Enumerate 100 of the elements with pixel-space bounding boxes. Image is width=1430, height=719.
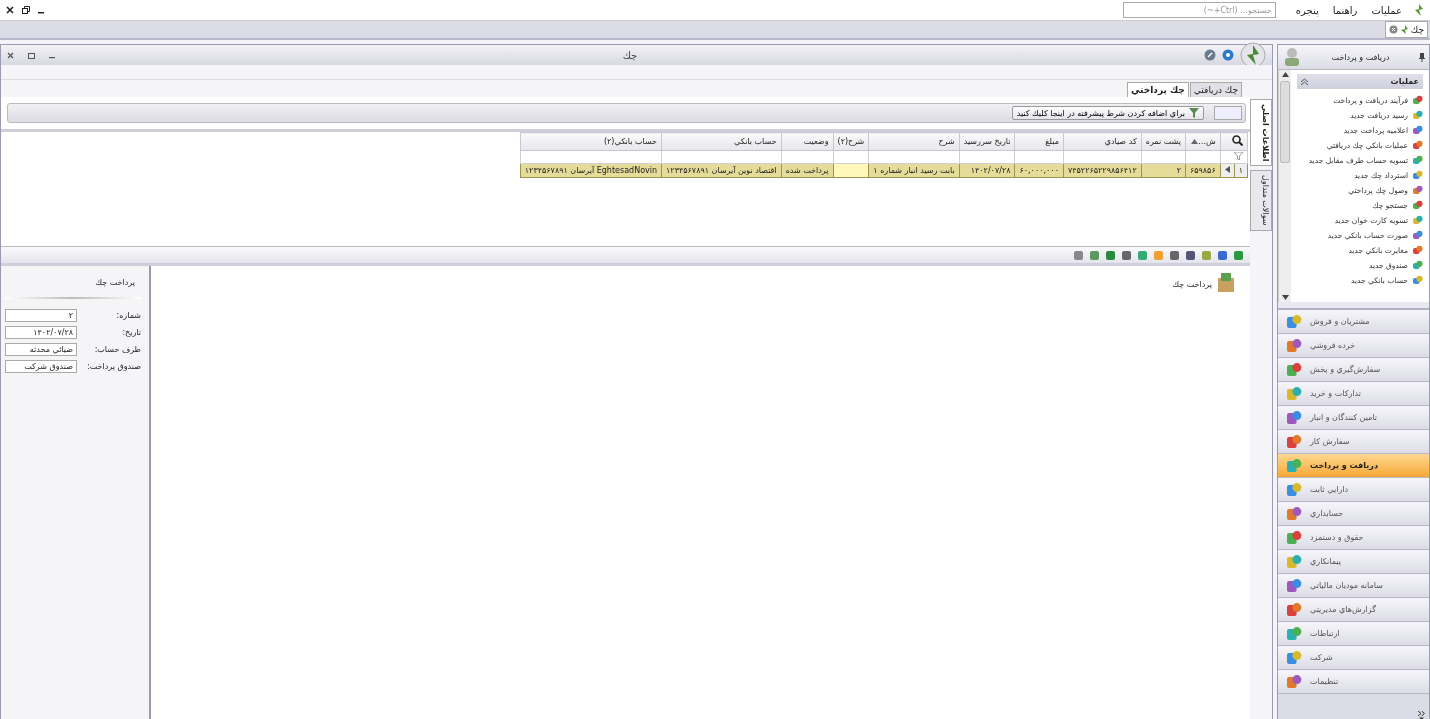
- scrollbar[interactable]: [1278, 70, 1291, 302]
- module-button[interactable]: خرده فروشي: [1278, 334, 1429, 358]
- tab[interactable]: چك دريافتي: [1189, 82, 1242, 97]
- row-pointer-icon: [1224, 166, 1230, 173]
- module-icon: [1412, 170, 1423, 181]
- module-icon: [1412, 275, 1423, 286]
- document-title: پرداخت چك: [1172, 280, 1212, 289]
- window-title: چك: [622, 49, 638, 61]
- module-icon: [1286, 649, 1302, 666]
- module-icon: [1286, 409, 1302, 426]
- menu-item[interactable]: راهنما: [1330, 4, 1360, 16]
- menu-item[interactable]: پنجره: [1293, 4, 1321, 16]
- close-icon[interactable]: [7, 51, 14, 59]
- tab[interactable]: چك پرداختي: [1126, 82, 1189, 97]
- person-icon: [1282, 47, 1302, 67]
- field-label: تاريخ:: [122, 328, 141, 337]
- module-icon: [1412, 110, 1423, 121]
- module-button[interactable]: سفارش‌گيري و پخش: [1278, 358, 1429, 382]
- column-header[interactable]: حساب بانكي(۲): [520, 132, 662, 151]
- pin-icon[interactable]: [1419, 52, 1425, 62]
- document-tab[interactable]: چك: [1384, 21, 1428, 38]
- module-icon: [1412, 140, 1423, 151]
- module-button[interactable]: حسابداري: [1278, 502, 1429, 526]
- column-header[interactable]: شرح: [868, 132, 960, 151]
- box-icon: [1216, 272, 1236, 294]
- info-icon[interactable]: [1204, 49, 1216, 61]
- module-icon: [1286, 529, 1302, 546]
- column-header[interactable]: مبلغ: [1015, 132, 1064, 151]
- module-button[interactable]: دارايي ثابت: [1278, 478, 1429, 502]
- module-icon: [1286, 361, 1302, 378]
- module-icon: [1286, 385, 1302, 402]
- module-icon: [1286, 505, 1302, 522]
- app-logo-icon: [1400, 25, 1408, 34]
- module-icon: [1412, 260, 1423, 271]
- close-icon[interactable]: [6, 6, 14, 14]
- module-button[interactable]: تامين كنندگان و انبار: [1278, 406, 1429, 430]
- column-header[interactable]: ش...: [1185, 132, 1221, 151]
- input-field[interactable]: ضيائي محدثه: [5, 343, 77, 356]
- search-field[interactable]: جستجو... (Ctrl+~): [1122, 2, 1276, 18]
- module-icon: [1286, 457, 1302, 474]
- menu-item[interactable]: عمليات: [1369, 4, 1404, 16]
- module-button[interactable]: سامانه موديان مالياتي: [1278, 574, 1429, 598]
- collapse-icon[interactable]: [1301, 78, 1308, 85]
- side-tab[interactable]: سوالات متداول: [1250, 170, 1272, 231]
- module-icon: [1286, 673, 1302, 690]
- module-button[interactable]: حقوق و دستمزد: [1278, 526, 1429, 550]
- field-label: شماره:: [116, 311, 141, 320]
- scroll-up-icon[interactable]: [1281, 72, 1289, 77]
- filter-button[interactable]: براي اضافه كردن شرط پيشرفته در اينجا كليك كنيد: [1011, 106, 1204, 120]
- panel-title: پرداخت چك: [94, 278, 135, 287]
- module-button[interactable]: گزارش‌هاي مديريتي: [1278, 598, 1429, 622]
- input-field[interactable]: ۲: [5, 309, 77, 322]
- side-tab[interactable]: اطلاعات اصلي: [1250, 99, 1272, 167]
- app-logo-icon: [1414, 4, 1424, 16]
- help-icon[interactable]: [1222, 49, 1234, 61]
- restore-icon[interactable]: [28, 51, 35, 59]
- module-button[interactable]: تداركات و خريد: [1278, 382, 1429, 406]
- module-icon: [1286, 433, 1302, 450]
- input-field[interactable]: ۱۴۰۲/۰۷/۲۸: [5, 326, 77, 339]
- section-title: عمليات: [1390, 77, 1419, 86]
- module-button[interactable]: شركت: [1278, 646, 1429, 670]
- scroll-down-icon[interactable]: [1281, 295, 1289, 300]
- module-icon: [1286, 601, 1302, 618]
- column-header[interactable]: وضعيت: [781, 132, 833, 151]
- section-header[interactable]: عمليات: [1297, 74, 1423, 89]
- search-header[interactable]: [1220, 132, 1248, 151]
- module-button[interactable]: ارتباطات: [1278, 622, 1429, 646]
- module-icon: [1412, 185, 1423, 196]
- module-button[interactable]: پيمانكاري: [1278, 550, 1429, 574]
- field-label: طرف حساب:: [94, 345, 141, 354]
- module-icon: [1286, 313, 1302, 330]
- module-button[interactable]: مشتريان و فروش: [1278, 310, 1429, 334]
- table-row[interactable]: ۱ ۶۵۹۸۵۶ ۲ ۷۴۵۲۲۶۵۲۲۹۸۵۶۴۱۲ ۶۰,۰۰۰,۰۰۰ ۱۴۰۲/۰۷/۲۸ بابت رسيد انبار شماره ۱ پرداخت شده اقتصاد نوين آيرسان ۱۲۳۴۵۶۷۸۹۱ EghtesadNovin آيرسان ۱۲۳۴۵۶۷۸۹۱: [520, 163, 1248, 178]
- text-field[interactable]: [1214, 106, 1242, 120]
- field-label: صندوق پرداخت:: [87, 362, 141, 371]
- module-button[interactable]: دريافت و پرداخت: [1278, 454, 1429, 478]
- module-icon: [1412, 95, 1423, 106]
- module-icon: [1412, 155, 1423, 166]
- module-icon: [1412, 230, 1423, 241]
- module-icon: [1286, 553, 1302, 570]
- module-icon: [1286, 337, 1302, 354]
- search-icon[interactable]: [1232, 135, 1243, 146]
- sidebar-title: دريافت و پرداخت: [1331, 52, 1390, 62]
- more-icon[interactable]: [1418, 711, 1425, 719]
- module-button[interactable]: تنظيمات: [1278, 670, 1429, 694]
- module-icon: [1286, 577, 1302, 594]
- column-header[interactable]: تاريخ سررسيد: [959, 132, 1015, 151]
- input-field[interactable]: صندوق شركت: [5, 360, 77, 373]
- column-header[interactable]: كد صيادي: [1063, 132, 1142, 151]
- column-header[interactable]: شرح(۲): [833, 132, 869, 151]
- sort-icon: [1191, 139, 1199, 144]
- column-header[interactable]: حساب بانكي: [661, 132, 782, 151]
- restore-icon[interactable]: [22, 6, 30, 14]
- module-button[interactable]: سفارش كار: [1278, 430, 1429, 454]
- module-icon: [1412, 215, 1423, 226]
- module-icon: [1412, 200, 1423, 211]
- module-icon: [1412, 245, 1423, 256]
- module-icon: [1286, 481, 1302, 498]
- module-icon: [1412, 125, 1423, 136]
- column-header[interactable]: پشت نمره: [1141, 132, 1186, 151]
